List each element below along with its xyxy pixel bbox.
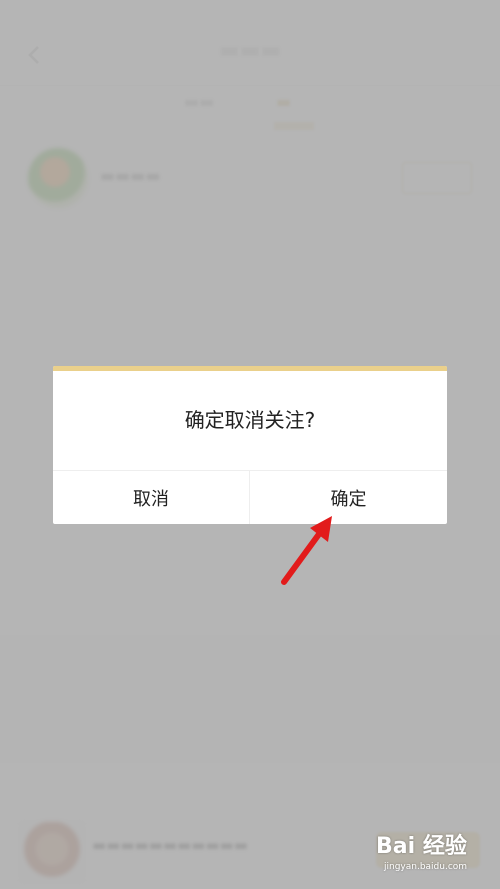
dialog-accent-bar [53,366,447,371]
dialog-message: 确定取消关注? [184,408,316,432]
watermark-logo-text: Bai 经验 [376,834,467,859]
red-arrow-icon [281,516,332,585]
unfollow-confirm-dialog: 确定取消关注? 取消 确定 [53,366,447,524]
baidu-jingyan-watermark: Bai 经验 jingyan.baidu.com [376,824,496,884]
cancel-button[interactable]: 取消 [53,471,249,524]
watermark-url: jingyan.baidu.com [384,862,468,872]
